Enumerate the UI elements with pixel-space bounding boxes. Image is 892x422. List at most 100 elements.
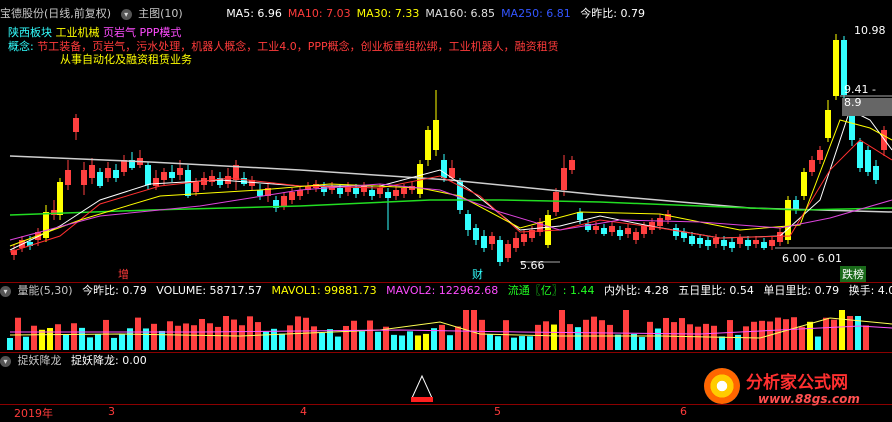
candle-body [169,172,175,178]
volume-bar [455,326,461,350]
watermark: 分析家公式网 www.88gs.com [702,364,892,420]
volume-bar [407,331,413,350]
volume-bar [351,320,357,350]
volume-bar [55,324,61,350]
volume-menu-icon[interactable]: ▾ [0,285,11,297]
candle-body [705,240,711,246]
candle-body [473,228,479,240]
candle-body [105,168,111,178]
candle-body [865,150,871,172]
candle-body [881,130,887,150]
candle-body [593,226,599,230]
candle-body [753,240,759,244]
indicator-value: 捉妖降龙: 0.00 [71,354,147,367]
volume-bar [511,337,517,350]
volume-bar [103,319,109,350]
volume-bar [471,310,477,350]
candle-body [353,188,359,194]
volume-bar [391,334,397,350]
candle-body [177,168,183,175]
volume-bar [39,329,45,350]
volume-bar [423,333,429,350]
ma-extra-line [9,183,892,241]
candle-body [425,130,431,160]
volume-bar [695,326,701,350]
volume-bar [311,326,317,350]
candle-body [513,238,519,248]
candle-body [281,196,287,206]
volume-bar [23,336,29,350]
candle-body [73,118,79,132]
volume-bar [599,320,605,350]
volume-bar [583,319,589,350]
candle-body [257,190,263,196]
volume-bar [863,325,869,350]
volume-bar [167,321,173,350]
volume-bar [199,318,205,350]
candle-body [801,172,807,196]
candle-body [465,214,471,230]
volume-bar [367,320,373,350]
volume-bar [79,327,85,350]
candle-body [833,40,839,96]
neiwai-value: 内外比: 4.28 [604,284,669,297]
volume-bar [495,336,501,350]
candle-body [617,230,623,236]
candle-body [337,188,343,194]
volume-bar [415,335,421,350]
candle-body [65,170,71,185]
volume-bar [831,319,837,350]
indicator-title[interactable]: 捉妖降龙 [18,353,62,369]
danri-value: 单日里比: 0.79 [763,284,840,297]
candle-body [369,190,375,196]
volume-title[interactable]: 量能(5,30) [18,283,73,299]
candle-body [745,240,751,246]
volume-bar [71,323,77,350]
volume-bar [839,310,845,350]
volume-bar [95,334,101,350]
candle-body [385,192,391,198]
volume-bar [111,337,117,350]
mark-cai: 财 [472,268,483,281]
candle-body [441,160,447,178]
volume-bar [639,337,645,350]
candle-body [857,142,863,168]
volume-bar [431,328,437,350]
candle-body [609,226,615,232]
volume-bar [31,325,37,350]
candle-body [401,188,407,194]
candle-body [577,212,583,220]
volume-bar [191,325,197,350]
candle-body [361,186,367,192]
candle-body [377,188,383,194]
candle-body [641,226,647,234]
volume-bar [279,333,285,350]
volume-bar [655,328,661,350]
candle-body [297,190,303,196]
candle-body [89,165,95,178]
candle-body [601,228,607,234]
ma250-line [9,199,892,216]
volume-bar [807,321,813,350]
volume-bar [751,321,757,350]
volume-bar [271,328,277,350]
candle-body [121,160,127,172]
indicator-triangle [411,374,433,399]
axis-month-5: 5 [494,405,501,418]
candle-body [505,244,511,258]
mark-zeng: 增 [118,268,129,281]
candle-body [113,170,119,178]
watermark-url: www.88gs.com [758,392,860,406]
volume-bar [551,324,557,350]
volume-bar [231,319,237,350]
volume-header: ▾ 量能(5,30) 今昨比: 0.79 VOLUME: 58717.57 MA… [0,283,892,299]
volume-bar [799,326,805,350]
volume-bar [255,322,261,350]
volume-bar [479,319,485,350]
candle-body [393,190,399,196]
candle-body [193,182,199,192]
candle-body [825,110,831,138]
indicator-menu-icon[interactable]: ▾ [0,355,11,367]
axis-month-3: 3 [108,405,115,418]
volume-bar [487,334,493,350]
